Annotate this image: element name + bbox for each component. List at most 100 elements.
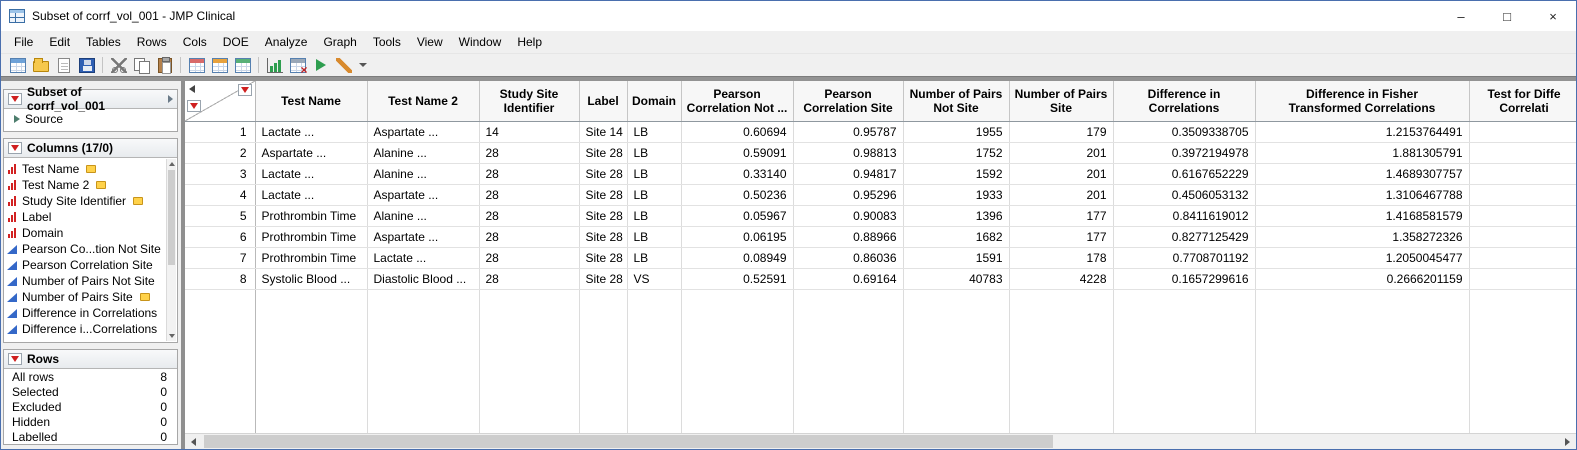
cell[interactable]: 28 <box>479 142 579 163</box>
column-header[interactable]: Study Site Identifier <box>479 81 579 121</box>
cell[interactable]: Site 28 <box>579 226 627 247</box>
cell[interactable]: 28 <box>479 247 579 268</box>
column-header[interactable]: Label <box>579 81 627 121</box>
rows-stat[interactable]: Excluded0 <box>4 399 177 414</box>
cell[interactable]: 0.05967 <box>681 205 793 226</box>
horizontal-scrollbar[interactable] <box>185 433 1576 449</box>
cell[interactable]: 28 <box>479 205 579 226</box>
cell[interactable]: Lactate ... <box>255 121 367 142</box>
cell[interactable]: VS <box>627 268 681 289</box>
cell[interactable]: 0.06195 <box>681 226 793 247</box>
data-table-summary-button[interactable] <box>208 55 231 76</box>
columns-scrollbar-thumb[interactable] <box>168 170 175 265</box>
cell[interactable]: 1592 <box>903 163 1009 184</box>
cell[interactable]: 179 <box>1009 121 1113 142</box>
cell[interactable]: Site 28 <box>579 142 627 163</box>
cell[interactable]: Site 28 <box>579 184 627 205</box>
cell[interactable] <box>1469 268 1576 289</box>
save-button[interactable] <box>75 55 98 76</box>
menu-rows[interactable]: Rows <box>129 31 175 53</box>
cell[interactable]: 0.1657299616 <box>1113 268 1255 289</box>
cell[interactable]: Alanine ... <box>367 163 479 184</box>
rows-menu-red-triangle[interactable] <box>187 100 201 112</box>
cell[interactable]: 0.88966 <box>793 226 903 247</box>
column-header[interactable]: Pearson Correlation Not ... <box>681 81 793 121</box>
menu-tools[interactable]: Tools <box>365 31 409 53</box>
column-header[interactable]: Test for Diffe Correlati <box>1469 81 1576 121</box>
column-item[interactable]: Study Site Identifier <box>7 193 165 209</box>
data-table-subset-button[interactable] <box>185 55 208 76</box>
copy-button[interactable] <box>130 55 153 76</box>
cell[interactable]: Site 28 <box>579 205 627 226</box>
cell[interactable]: LB <box>627 121 681 142</box>
cell[interactable]: 0.3509338705 <box>1113 121 1255 142</box>
cell[interactable]: Site 28 <box>579 268 627 289</box>
cell[interactable]: 1682 <box>903 226 1009 247</box>
cell[interactable]: LB <box>627 163 681 184</box>
cell[interactable]: 1396 <box>903 205 1009 226</box>
cell[interactable]: 1.881305791 <box>1255 142 1469 163</box>
cell[interactable]: 40783 <box>903 268 1009 289</box>
cell[interactable]: 0.50236 <box>681 184 793 205</box>
cell[interactable]: 201 <box>1009 163 1113 184</box>
toolbar-overflow-chevron-icon[interactable] <box>359 63 367 67</box>
collapse-sidebar-arrow-icon[interactable] <box>189 85 195 93</box>
menu-cols[interactable]: Cols <box>175 31 215 53</box>
column-item[interactable]: Pearson Co...tion Not Site <box>7 241 165 257</box>
new-journal-button[interactable] <box>52 55 75 76</box>
column-header[interactable]: Number of Pairs Site <box>1009 81 1113 121</box>
cell[interactable]: 178 <box>1009 247 1113 268</box>
column-item[interactable]: Domain <box>7 225 165 241</box>
cell[interactable] <box>1469 184 1576 205</box>
cell[interactable]: 177 <box>1009 226 1113 247</box>
cell[interactable]: 0.3972194978 <box>1113 142 1255 163</box>
cell[interactable]: 1955 <box>903 121 1009 142</box>
cell[interactable]: Alanine ... <box>367 142 479 163</box>
panel-expand-arrow-icon[interactable] <box>168 95 173 103</box>
row-number-cell[interactable]: 4 <box>185 184 255 205</box>
cell[interactable]: 0.7708701192 <box>1113 247 1255 268</box>
table-menu-red-triangle[interactable] <box>8 93 22 105</box>
row-number-cell[interactable]: 5 <box>185 205 255 226</box>
cell[interactable] <box>1469 142 1576 163</box>
rows-stat[interactable]: Hidden0 <box>4 414 177 429</box>
cell[interactable]: 0.90083 <box>793 205 903 226</box>
cell[interactable]: 28 <box>479 268 579 289</box>
cell[interactable]: 0.95787 <box>793 121 903 142</box>
row-number-cell[interactable]: 2 <box>185 142 255 163</box>
cell[interactable]: 0.95296 <box>793 184 903 205</box>
new-data-table-button[interactable] <box>6 55 29 76</box>
clear-table-button[interactable] <box>286 55 309 76</box>
column-item[interactable]: Label <box>7 209 165 225</box>
format-brush-button[interactable] <box>332 55 355 76</box>
cell[interactable] <box>1469 205 1576 226</box>
cell[interactable]: 0.98813 <box>793 142 903 163</box>
cell[interactable]: 0.59091 <box>681 142 793 163</box>
open-file-button[interactable] <box>29 55 52 76</box>
cell[interactable]: Aspartate ... <box>255 142 367 163</box>
column-item[interactable]: Test Name <box>7 161 165 177</box>
column-header[interactable]: Test Name 2 <box>367 81 479 121</box>
cell[interactable]: Alanine ... <box>367 205 479 226</box>
cell[interactable]: 0.4506053132 <box>1113 184 1255 205</box>
columns-scrollbar[interactable] <box>166 159 176 341</box>
menu-tables[interactable]: Tables <box>78 31 129 53</box>
column-chart-button[interactable] <box>263 55 286 76</box>
cell[interactable]: 28 <box>479 163 579 184</box>
menu-analyze[interactable]: Analyze <box>257 31 316 53</box>
cell[interactable]: LB <box>627 142 681 163</box>
cell[interactable]: 0.69164 <box>793 268 903 289</box>
row-number-cell[interactable]: 8 <box>185 268 255 289</box>
cell[interactable] <box>1469 121 1576 142</box>
cell[interactable]: 0.08949 <box>681 247 793 268</box>
cell[interactable]: 1591 <box>903 247 1009 268</box>
cell[interactable]: 0.60694 <box>681 121 793 142</box>
columns-menu-red-triangle[interactable] <box>238 84 252 96</box>
cell[interactable]: 0.52591 <box>681 268 793 289</box>
cell[interactable]: Prothrombin Time <box>255 226 367 247</box>
column-item[interactable]: Number of Pairs Not Site <box>7 273 165 289</box>
scroll-left-arrow-icon[interactable] <box>185 434 202 449</box>
rows-stat[interactable]: All rows8 <box>4 369 177 384</box>
column-item[interactable]: Pearson Correlation Site <box>7 257 165 273</box>
cell[interactable]: 0.86036 <box>793 247 903 268</box>
